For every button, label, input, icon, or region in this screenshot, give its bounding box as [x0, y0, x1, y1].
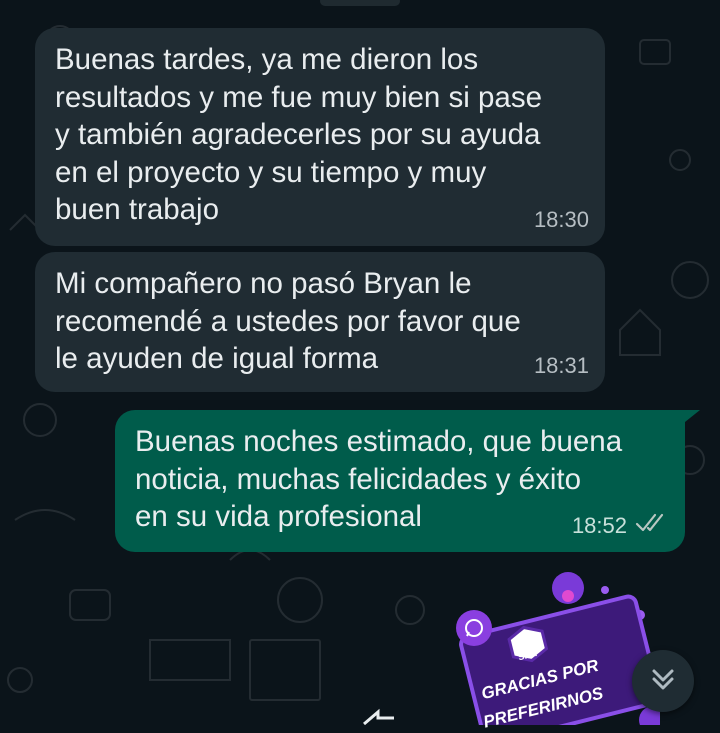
forward-icon: [360, 704, 400, 726]
message-time: 18:52: [572, 507, 669, 545]
timestamp: 18:31: [533, 352, 589, 378]
top-notch: [320, 0, 400, 6]
message-text: Mi compañero no pasó Bryan le recomendé …: [55, 267, 521, 375]
whatsapp-icon: [456, 610, 492, 646]
timestamp: 18:52: [571, 512, 627, 538]
timestamp: 18:30: [533, 206, 589, 232]
message-time: 18:31: [534, 347, 589, 385]
sticker-gracias[interactable]: SIDT GRACIAS POR PREFERIRNOS: [440, 560, 667, 733]
message-time: 18:30: [534, 201, 589, 239]
double-check-icon: [635, 507, 669, 545]
scroll-to-bottom-button[interactable]: [632, 650, 694, 712]
message-bubble-incoming[interactable]: Mi compañero no pasó Bryan le recomendé …: [35, 252, 605, 392]
message-bubble-incoming[interactable]: Buenas tardes, ya me dieron los resultad…: [35, 28, 605, 246]
message-text: Buenas tardes, ya me dieron los resultad…: [55, 43, 542, 226]
message-bubble-outgoing[interactable]: Buenas noches estimado, que buena notici…: [115, 410, 685, 552]
chevron-double-down-icon: [648, 664, 678, 699]
